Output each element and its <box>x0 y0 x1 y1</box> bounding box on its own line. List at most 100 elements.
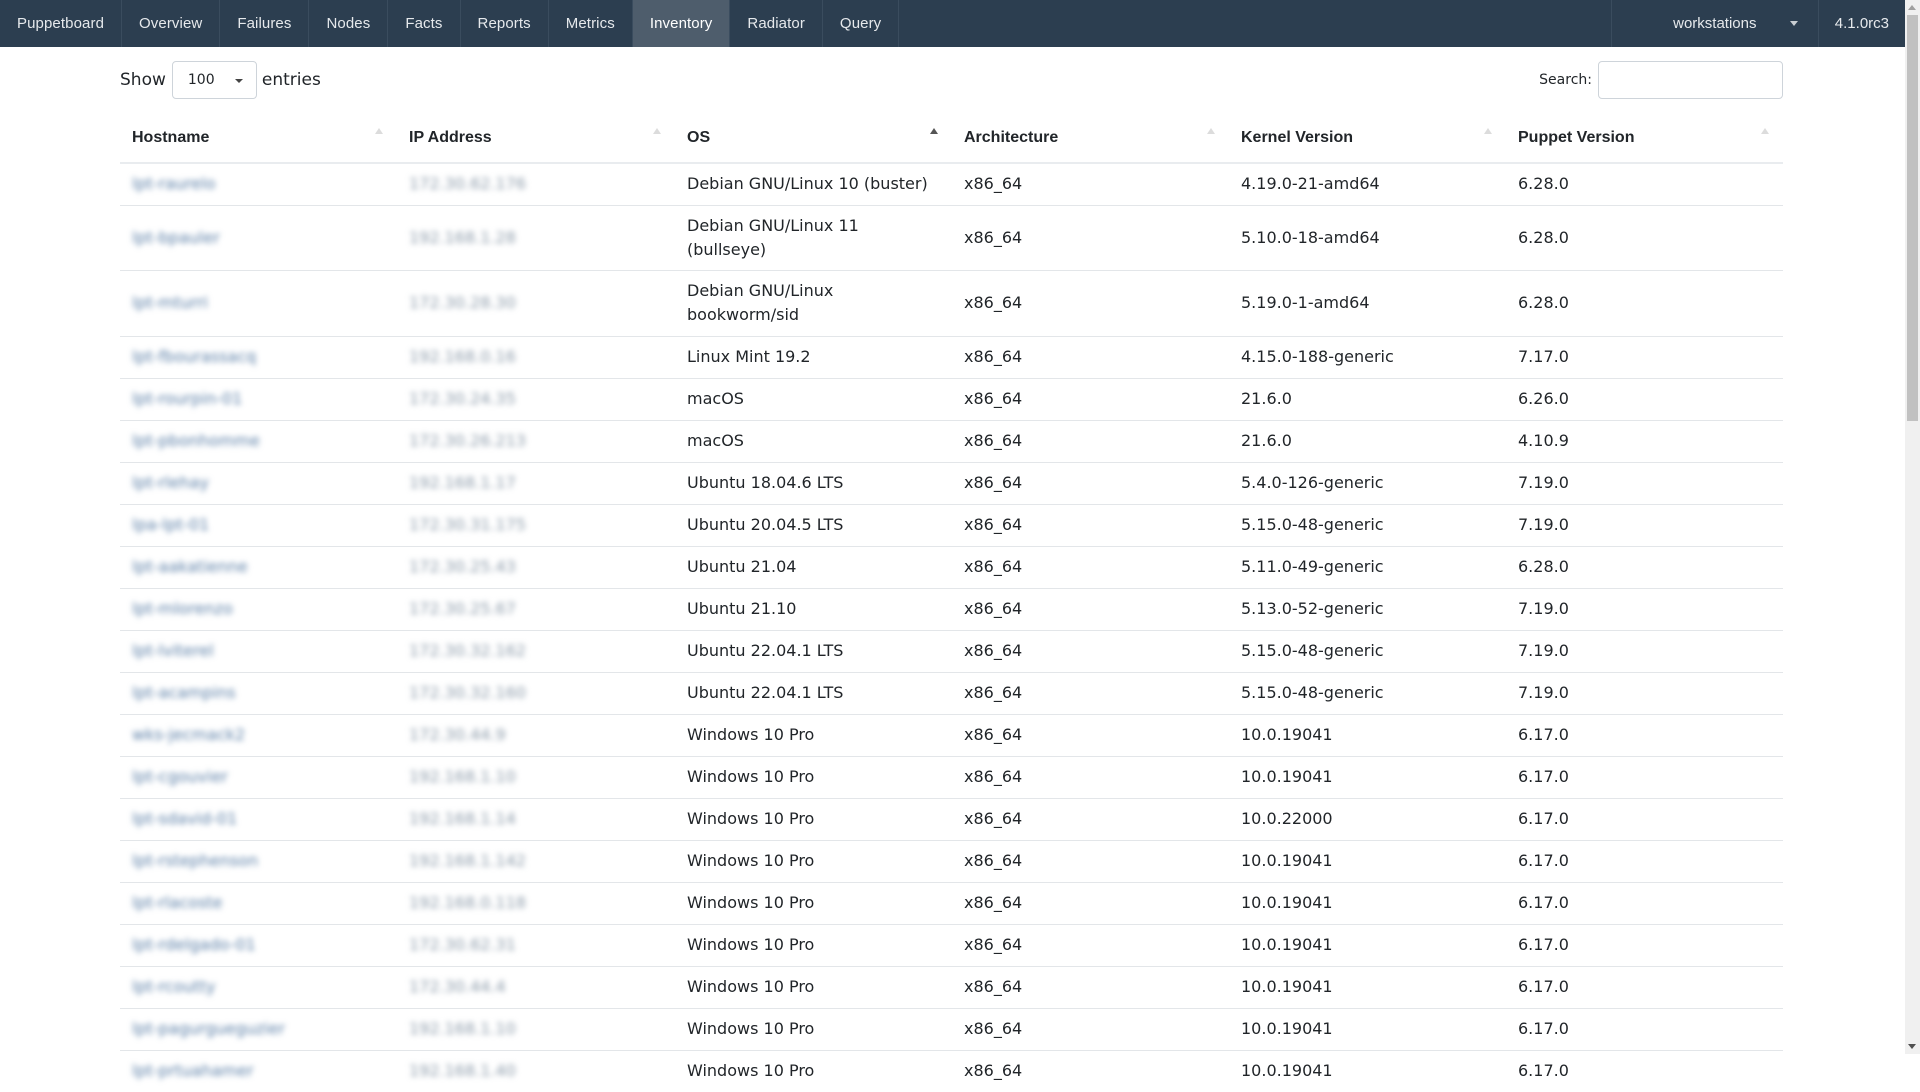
kernel-version-cell: 21.6.0 <box>1229 419 1506 462</box>
table-row: lpt-rlehay 192.168.1.17 Ubuntu 18.04.6 LTS… <box>120 461 1783 504</box>
column-header-architecture[interactable]: Architecture <box>952 114 1229 164</box>
puppet-version-cell: 7.19.0 <box>1506 587 1783 630</box>
environment-value: workstations <box>1673 15 1757 32</box>
table-row: lpt-raurelo 172.30.62.176 Debian GNU/Linux… <box>120 162 1783 205</box>
hostname-link[interactable]: lpt-rstephenson <box>132 851 258 870</box>
hostname-link[interactable]: lpt-prtuahamer <box>132 1061 254 1080</box>
hostname-link[interactable]: lpt-raurelo <box>132 174 215 193</box>
nav-item-radiator[interactable]: Radiator <box>730 0 823 47</box>
nav-item-failures[interactable]: Failures <box>220 0 310 47</box>
os-cell: Windows 10 Pro <box>687 1019 815 1038</box>
architecture-cell: x86_64 <box>964 227 1023 247</box>
hostname-cell: lpt-mlorenzo <box>120 587 397 630</box>
nav-item-metrics[interactable]: Metrics <box>549 0 633 47</box>
hostname-link[interactable]: lpt-sdavid-01 <box>132 809 237 828</box>
table-header-row: Hostname IP Address OS Architecture Kern… <box>120 114 1783 164</box>
puppet-version-cell: 6.17.0 <box>1518 977 1569 996</box>
column-header-kernel-version[interactable]: Kernel Version <box>1229 114 1506 164</box>
ip-address-cell: 172.30.62.176 <box>409 174 527 194</box>
nav-brand-puppetboard[interactable]: Puppetboard <box>0 0 123 47</box>
kernel-version-cell: 10.0.22000 <box>1241 809 1333 828</box>
chevron-down-icon <box>1789 21 1798 26</box>
hostname-link[interactable]: lpt-fbourassacq <box>132 347 256 366</box>
os-cell: Windows 10 Pro <box>687 977 815 996</box>
os-cell: Debian GNU/Linux 10 (buster) <box>687 174 928 194</box>
ip-address-cell: 172.30.26.213 <box>397 419 675 462</box>
environment-select[interactable]: workstations <box>1610 0 1819 47</box>
kernel-version-cell: 5.15.0-48-generic <box>1229 671 1506 714</box>
kernel-version-cell: 21.6.0 <box>1229 377 1506 420</box>
ip-address-cell: 192.168.0.118 <box>409 893 527 912</box>
scroll-down-arrow-icon[interactable] <box>1908 1044 1916 1049</box>
ip-address-cell: 172.30.28.30 <box>397 269 675 336</box>
hostname-link[interactable]: lpt-aakatienne <box>132 557 248 576</box>
hostname-link[interactable]: lpt-rourpin-01 <box>132 389 242 408</box>
hostname-link[interactable]: lpt-rcoutty <box>132 977 216 996</box>
hostname-cell: lpt-bpauler <box>120 204 397 270</box>
table-row: lpt-fbourassacq 192.168.0.16 Linux Mint 19… <box>120 335 1783 378</box>
hostname-cell: lpt-sdavid-01 <box>120 797 397 840</box>
nav-item-reports[interactable]: Reports <box>461 0 549 47</box>
hostname-link[interactable]: lpt-acampins <box>132 683 236 702</box>
sort-icon <box>1761 128 1769 134</box>
hostname-link[interactable]: lpt-bpauler <box>132 228 220 247</box>
os-cell: Windows 10 Pro <box>675 713 952 756</box>
hostname-link[interactable]: lpa-lpt-01 <box>132 515 209 534</box>
nav-item-inventory[interactable]: Inventory <box>632 0 731 47</box>
ip-address-cell: 192.168.1.40 <box>409 1061 516 1081</box>
hostname-link[interactable]: lpt-rlehay <box>132 473 209 492</box>
architecture-cell: x86_64 <box>964 893 1023 912</box>
column-label: Architecture <box>964 128 1059 146</box>
ip-address-cell: 192.168.1.14 <box>409 809 516 828</box>
hostname-link[interactable]: lpt-rlacoste <box>132 893 223 912</box>
column-header-os[interactable]: OS <box>675 114 952 164</box>
nav-item-overview[interactable]: Overview <box>122 0 221 47</box>
hostname-link[interactable]: lpt-mturri <box>132 293 208 312</box>
hostname-link[interactable]: lpt-mlorenzo <box>132 599 233 618</box>
architecture-cell: x86_64 <box>964 683 1023 702</box>
hostname-cell: lpt-rlacoste <box>120 881 397 924</box>
nav-item-query[interactable]: Query <box>823 0 900 47</box>
scroll-up-arrow-icon[interactable] <box>1908 5 1916 10</box>
puppet-version-cell: 6.26.0 <box>1518 389 1569 408</box>
architecture-cell: x86_64 <box>964 431 1023 450</box>
table-row: lpt-bpauler 192.168.1.28 Debian GNU/Linux … <box>120 204 1783 270</box>
ip-address-cell: 192.168.0.16 <box>397 335 675 378</box>
nav-item-nodes[interactable]: Nodes <box>309 0 389 47</box>
hostname-link[interactable]: lpt-cgouvier <box>132 767 228 786</box>
hostname-cell: lpt-rdelgado-01 <box>120 923 397 966</box>
kernel-version-cell: 21.6.0 <box>1241 389 1292 408</box>
puppet-version-cell: 6.28.0 <box>1506 269 1783 336</box>
search-input[interactable] <box>1598 61 1783 99</box>
nav-item-facts[interactable]: Facts <box>388 0 461 47</box>
architecture-cell: x86_64 <box>952 269 1229 336</box>
puppet-version-cell: 6.17.0 <box>1506 797 1783 840</box>
architecture-cell: x86_64 <box>952 839 1229 882</box>
puppet-version-cell: 6.17.0 <box>1518 1019 1569 1038</box>
column-header-ip-address[interactable]: IP Address <box>397 114 675 164</box>
entries-label: entries <box>261 70 321 90</box>
os-cell: Windows 10 Pro <box>687 809 815 828</box>
ip-address-cell: 192.168.1.10 <box>397 1007 675 1050</box>
table-row: lpa-lpt-01 172.30.31.175 Ubuntu 20.04.5 LT… <box>120 503 1783 546</box>
architecture-cell: x86_64 <box>952 965 1229 1008</box>
sort-icon <box>375 128 383 134</box>
page-scrollbar[interactable] <box>1905 0 1920 1054</box>
puppet-version-cell: 7.19.0 <box>1506 461 1783 504</box>
page-length-select[interactable]: 100 <box>171 61 257 99</box>
ip-address-cell: 172.30.26.213 <box>409 431 527 450</box>
hostname-link[interactable]: lpt-pbonhomme <box>132 431 260 450</box>
ip-address-cell: 192.168.1.10 <box>409 767 516 786</box>
column-header-hostname[interactable]: Hostname <box>120 114 397 164</box>
hostname-link[interactable]: wks-jecmack2 <box>132 725 245 744</box>
hostname-link[interactable]: lpt-pagurgueguzier <box>132 1019 285 1038</box>
kernel-version-cell: 5.15.0-48-generic <box>1229 503 1506 546</box>
os-cell: Debian GNU/Linux 10 (buster) <box>675 162 952 205</box>
column-header-puppet-version[interactable]: Puppet Version <box>1506 114 1783 164</box>
scrollbar-thumb[interactable] <box>1907 15 1918 421</box>
hostname-link[interactable]: lpt-lviterel <box>132 641 214 660</box>
sort-ascending-icon <box>930 128 938 134</box>
ip-address-cell: 172.30.32.162 <box>409 641 527 660</box>
hostname-link[interactable]: lpt-rdelgado-01 <box>132 935 256 954</box>
ip-address-cell: 172.30.31.175 <box>397 503 675 546</box>
